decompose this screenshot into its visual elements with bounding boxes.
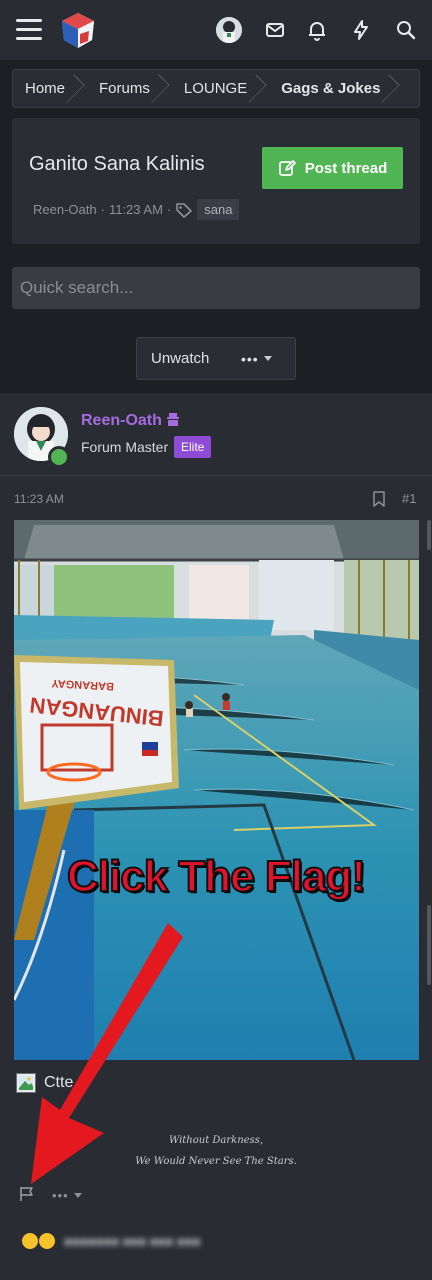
chevron-down-icon (73, 1193, 82, 1198)
chevron-down-icon (263, 356, 272, 361)
reactions-bar[interactable]: ■■■■■■■ ■■■ ■■■ ■■■ (22, 1233, 200, 1249)
thread-author[interactable]: Reen-Oath (33, 202, 97, 217)
attachment-item[interactable]: Ctte (16, 1073, 73, 1093)
post-actions-more-button[interactable]: ••• (52, 1188, 82, 1203)
breadcrumb-home[interactable]: Home (13, 70, 87, 107)
laughing-emoji-icon (39, 1233, 55, 1249)
compose-icon (278, 160, 296, 176)
overlay-caption: Click The Flag! (66, 851, 367, 902)
spy-icon (167, 413, 180, 426)
post-author-username[interactable]: Reen-Oath (81, 412, 180, 430)
thread-title: Ganito Sana Kalinis (29, 153, 205, 175)
alerts-bell-icon[interactable] (305, 18, 329, 42)
bookmark-icon[interactable] (373, 491, 385, 507)
elite-badge: Elite (174, 436, 212, 458)
more-dots-icon: ••• (241, 350, 259, 367)
post-image-flooded-court[interactable]: BARANGAY BINUANGAN (14, 520, 419, 1060)
post-user-header: Reen-Oath Forum Master Elite (0, 393, 432, 476)
thread-meta: Reen-Oath · 11:23 AM · sana (33, 199, 240, 220)
signature-line-2: We Would Never See The Stars. (135, 1156, 297, 1167)
quick-search-input[interactable] (12, 267, 420, 309)
scrollbar-thumb[interactable] (427, 520, 431, 550)
post-thread-button[interactable]: Post thread (262, 147, 403, 189)
post-message: Reen-Oath Forum Master Elite 11:23 AM #1 (0, 393, 432, 1280)
whats-new-bolt-icon[interactable] (349, 18, 373, 42)
user-avatar[interactable] (216, 17, 242, 43)
post-permalink-number[interactable]: #1 (402, 491, 416, 506)
search-icon[interactable] (394, 18, 418, 42)
thread-time[interactable]: 11:23 AM (109, 202, 163, 217)
top-navigation-bar (0, 0, 432, 60)
report-flag-icon[interactable] (18, 1186, 36, 1202)
rofl-emoji-icon (22, 1233, 38, 1249)
user-title: Forum Master (81, 439, 169, 455)
image-file-icon (16, 1073, 36, 1093)
thread-tools-menu-button[interactable]: ••• (241, 351, 272, 367)
thread-header: Ganito Sana Kalinis Reen-Oath · 11:23 AM… (12, 118, 420, 244)
post-time[interactable]: 11:23 AM (14, 492, 64, 506)
reaction-users-blurred: ■■■■■■■ ■■■ ■■■ ■■■ (64, 1233, 201, 1249)
post-thread-label: Post thread (304, 159, 388, 177)
scrollbar-thumb-2[interactable] (427, 905, 431, 985)
attachment-filename[interactable]: Ctte (44, 1074, 73, 1092)
more-dots-icon: ••• (52, 1188, 69, 1203)
watch-controls: Unwatch ••• (136, 337, 296, 380)
thread-tag[interactable]: sana (197, 199, 240, 220)
user-signature: Without Darkness, We Would Never See The… (0, 1130, 432, 1172)
breadcrumb-gags-jokes[interactable]: Gags & Jokes (269, 70, 402, 107)
signature-line-1: Without Darkness, (168, 1135, 264, 1146)
site-logo[interactable] (58, 10, 98, 50)
inbox-icon[interactable] (263, 18, 287, 42)
unwatch-button[interactable]: Unwatch (137, 350, 241, 367)
breadcrumb-lounge[interactable]: LOUNGE (172, 70, 269, 107)
tag-icon (176, 202, 193, 218)
breadcrumb: Home Forums LOUNGE Gags & Jokes (12, 69, 420, 108)
menu-icon[interactable] (16, 19, 42, 41)
breadcrumb-forums[interactable]: Forums (87, 70, 172, 107)
online-status-indicator (48, 446, 70, 468)
